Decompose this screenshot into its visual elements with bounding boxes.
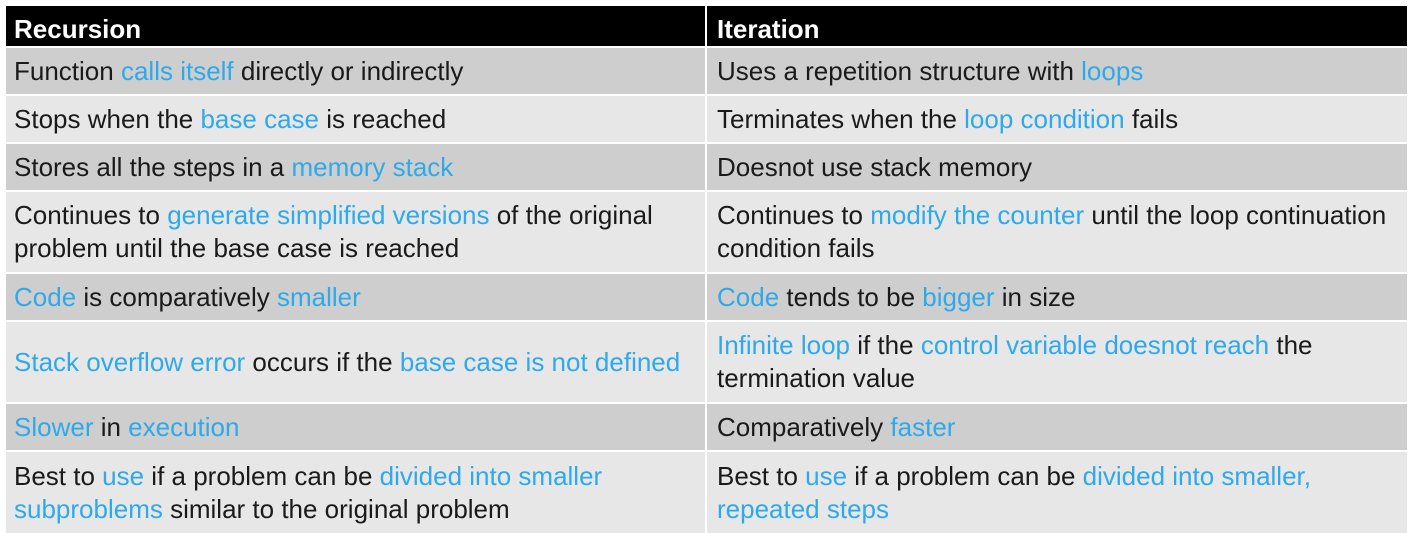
cell-text-segment: if a problem can be	[144, 460, 380, 491]
cell-text: Stops when the base case is reached	[14, 103, 446, 136]
highlighted-text: Code	[717, 281, 780, 312]
table-cell-recursion: Continues to generate simplified version…	[6, 192, 705, 272]
highlighted-text: Code	[14, 281, 77, 312]
highlighted-text: loops	[1081, 55, 1144, 86]
highlighted-text: use	[102, 460, 145, 491]
cell-text-segment: similar to the original problem	[162, 493, 510, 524]
cell-text-segment: in	[93, 411, 129, 442]
table-cell-iteration: Infinite loop if the control variable do…	[707, 322, 1407, 402]
table-cell-iteration: Best to use if a problem can be divided …	[707, 452, 1407, 533]
highlighted-text: Slower	[14, 411, 94, 442]
highlighted-text: loop condition	[964, 103, 1125, 134]
cell-text-segment: in size	[994, 281, 1076, 312]
highlighted-text: smaller	[277, 281, 361, 312]
table-cell-iteration: Comparatively faster	[707, 404, 1407, 450]
cell-text: Best to use if a problem can be divided …	[717, 460, 1399, 526]
cell-text-segment: is comparatively	[76, 281, 277, 312]
cell-text-segment: Doesnot use stack memory	[717, 151, 1033, 182]
highlighted-text: faster	[890, 411, 956, 442]
cell-text-segment: directly or indirectly	[233, 55, 464, 86]
cell-text-segment: Function	[14, 55, 121, 86]
cell-text-segment: Best to	[717, 460, 806, 491]
table-cell-recursion: Best to use if a problem can be divided …	[6, 452, 705, 533]
cell-text-segment: if the	[849, 330, 921, 360]
highlighted-text: base case	[200, 103, 319, 134]
cell-text: Terminates when the loop condition fails	[717, 103, 1178, 136]
cell-text-segment: fails	[1124, 103, 1179, 134]
highlighted-text: memory stack	[291, 151, 454, 182]
highlighted-text: base case is not defined	[399, 346, 681, 377]
highlighted-text: calls itself	[120, 55, 234, 86]
highlighted-text: Stack overflow error	[14, 346, 246, 377]
highlighted-text: execution	[128, 411, 240, 442]
cell-text: Continues to generate simplified version…	[14, 199, 697, 265]
cell-text-segment: Stores all the steps in a	[14, 151, 292, 182]
cell-text-segment: Terminates when the	[717, 103, 965, 134]
cell-text-segment: Continues to	[717, 200, 871, 230]
header-recursion: Recursion	[6, 6, 705, 46]
cell-text-segment: Comparatively	[717, 411, 891, 442]
cell-text: Code tends to be bigger in size	[717, 281, 1075, 314]
highlighted-text: bigger	[922, 281, 995, 312]
cell-text-segment: Continues to	[14, 200, 168, 230]
cell-text: Best to use if a problem can be divided …	[14, 460, 697, 526]
table-cell-iteration: Code tends to be bigger in size	[707, 274, 1407, 320]
highlighted-text: control variable doesnot reach	[920, 330, 1270, 360]
cell-text: Code is comparatively smaller	[14, 281, 361, 314]
table-cell-iteration: Continues to modify the counter until th…	[707, 192, 1407, 272]
cell-text-segment: is reached	[319, 103, 447, 134]
cell-text: Stack overflow error occurs if the base …	[14, 346, 680, 379]
cell-text: Uses a repetition structure with loops	[717, 55, 1143, 88]
header-iteration: Iteration	[707, 6, 1407, 46]
highlighted-text: Infinite loop	[717, 330, 850, 360]
table-cell-recursion: Stops when the base case is reached	[6, 96, 705, 142]
highlighted-text: modify the counter	[870, 200, 1085, 230]
cell-text: Slower in execution	[14, 411, 239, 444]
table-cell-recursion: Function calls itself directly or indire…	[6, 48, 705, 94]
table-cell-recursion: Stack overflow error occurs if the base …	[6, 322, 705, 402]
cell-text: Infinite loop if the control variable do…	[717, 329, 1399, 395]
cell-text: Continues to modify the counter until th…	[717, 199, 1399, 265]
cell-text: Function calls itself directly or indire…	[14, 55, 463, 88]
table-cell-recursion: Slower in execution	[6, 404, 705, 450]
cell-text-segment: Stops when the	[14, 103, 201, 134]
cell-text-segment: Uses a repetition structure with	[717, 55, 1082, 86]
table-cell-iteration: Doesnot use stack memory	[707, 144, 1407, 190]
cell-text: Doesnot use stack memory	[717, 151, 1032, 184]
cell-text-segment: occurs if the	[245, 346, 400, 377]
comparison-table: Recursion Iteration Function calls itsel…	[6, 6, 1407, 533]
table-cell-iteration: Uses a repetition structure with loops	[707, 48, 1407, 94]
header-recursion-label: Recursion	[14, 13, 142, 44]
highlighted-text: generate simplified versions	[167, 200, 490, 230]
cell-text-segment: if a problem can be	[847, 460, 1083, 491]
cell-text: Stores all the steps in a memory stack	[14, 151, 453, 184]
table-cell-recursion: Code is comparatively smaller	[6, 274, 705, 320]
cell-text-segment: Best to	[14, 460, 103, 491]
cell-text-segment: tends to be	[779, 281, 923, 312]
table-cell-iteration: Terminates when the loop condition fails	[707, 96, 1407, 142]
header-iteration-label: Iteration	[717, 13, 820, 44]
cell-text: Comparatively faster	[717, 411, 955, 444]
highlighted-text: use	[805, 460, 848, 491]
table-cell-recursion: Stores all the steps in a memory stack	[6, 144, 705, 190]
